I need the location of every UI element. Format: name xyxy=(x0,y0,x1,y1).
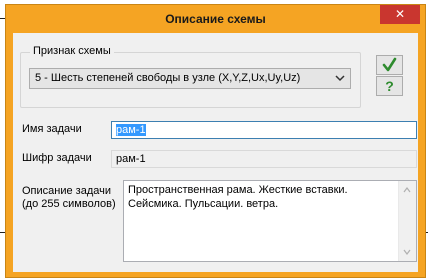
scheme-description-dialog: Описание схемы ✕ Признак схемы 5 - Шесть… xyxy=(5,4,426,278)
task-code-label: Шифр задачи xyxy=(22,152,92,164)
description-scrollbar[interactable] xyxy=(398,181,416,261)
task-name-value: рам-1 xyxy=(116,124,146,136)
chevron-down-icon xyxy=(335,75,345,82)
help-icon: ? xyxy=(385,78,394,94)
scheme-type-group-label: Признак схемы xyxy=(30,45,114,57)
scheme-type-selected-value: 5 - Шесть степеней свободы в узле (X,Y,Z… xyxy=(35,72,301,84)
dialog-client-area: Признак схемы 5 - Шесть степеней свободы… xyxy=(13,33,418,272)
scheme-type-select[interactable]: 5 - Шесть степеней свободы в узле (X,Y,Z… xyxy=(29,68,351,89)
task-name-label: Имя задачи xyxy=(22,123,82,135)
scroll-down-icon[interactable] xyxy=(403,249,411,255)
task-code-value: рам-1 xyxy=(116,153,146,165)
task-code-field: рам-1 xyxy=(111,150,417,168)
description-textarea[interactable]: Пространственная рама. Жесткие вставки. … xyxy=(123,180,417,262)
description-text: Пространственная рама. Жесткие вставки. … xyxy=(128,184,348,210)
scroll-up-icon[interactable] xyxy=(403,187,411,193)
help-button[interactable]: ? xyxy=(376,76,403,96)
task-name-input[interactable]: рам-1 xyxy=(111,121,417,139)
dialog-title: Описание схемы xyxy=(165,12,266,26)
description-limit-label: (до 255 символов) xyxy=(22,198,116,210)
close-icon: ✕ xyxy=(394,7,406,21)
title-bar[interactable]: Описание схемы ✕ xyxy=(6,5,425,33)
close-button[interactable]: ✕ xyxy=(380,5,420,24)
scheme-type-group: Признак схемы 5 - Шесть степеней свободы… xyxy=(20,45,361,108)
description-label: Описание задачи xyxy=(22,185,111,197)
checkmark-icon xyxy=(382,57,397,72)
ok-button[interactable] xyxy=(376,55,403,75)
